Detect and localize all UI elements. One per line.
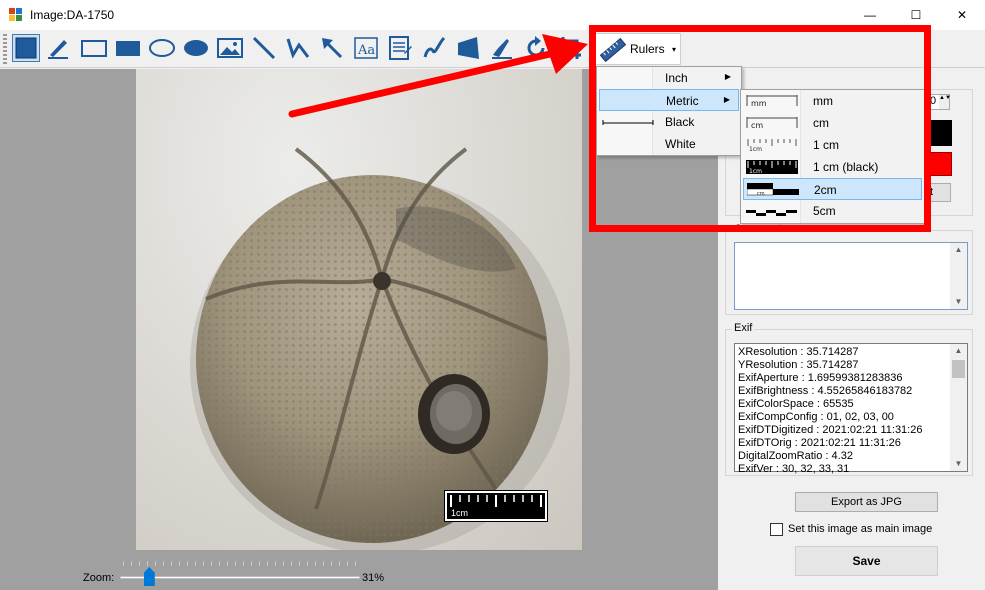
picture-icon [217, 38, 243, 58]
ellipse-filled-tool-button[interactable] [182, 34, 210, 62]
insert-image-tool-button[interactable] [216, 34, 244, 62]
exif-line: XResolution : 35.714287 [738, 346, 859, 358]
comment-scrollbar[interactable]: ▲ ▼ [950, 243, 967, 309]
main-image-label[interactable]: Set this image as main image [788, 523, 932, 535]
exif-line: ExifAperture : 1.69599381283836 [738, 372, 903, 384]
annotation-arrow-icon [288, 34, 588, 118]
scroll-up-icon[interactable]: ▲ [950, 243, 967, 257]
zoom-label: Zoom: [83, 572, 115, 584]
window-title: Image:DA-1750 [30, 8, 115, 22]
exif-group: Exif XResolution : 35.714287 YResolution … [725, 322, 973, 476]
exif-line: ExifCompConfig : 01, 02, 03, 00 [738, 411, 894, 423]
zoom-ticks [123, 561, 359, 566]
scroll-down-icon[interactable]: ▼ [950, 295, 967, 309]
zoom-value: 31% [362, 572, 385, 584]
sea-urchin-fossil [190, 147, 570, 550]
export-jpg-button[interactable]: Export as JPG [795, 492, 938, 512]
highlight-box-annotation [589, 25, 931, 232]
scale-bar-overlay[interactable]: 1cm [444, 490, 548, 522]
exif-line: ExifDTDigitized : 2021:02:21 11:31:26 [738, 424, 923, 436]
zoom-slider-thumb[interactable] [143, 567, 155, 586]
exif-line: ExifDTOrig : 2021:02:21 11:31:26 [738, 437, 901, 449]
spinner-arrows-icon[interactable]: ▲▼ [939, 95, 951, 109]
scroll-up-icon[interactable]: ▲ [950, 344, 967, 358]
rectangle-filled-tool-button[interactable] [114, 34, 142, 62]
maximize-icon: ☐ [910, 8, 922, 22]
rectangle-outline-tool-button[interactable] [80, 34, 108, 62]
exif-line: ExifVer : 30, 32, 33, 31 [738, 463, 850, 475]
specimen-photo [136, 69, 582, 550]
scale-bar-label: 1cm [451, 508, 469, 518]
select-tool-button[interactable] [12, 34, 40, 62]
main-image-checkbox[interactable] [770, 523, 783, 536]
comment-group: Comment ▲ ▼ [725, 223, 973, 315]
exif-textarea[interactable]: XResolution : 35.714287 YResolution : 35.… [734, 343, 968, 475]
exif-line: YResolution : 35.714287 [738, 359, 859, 371]
exif-legend: Exif [732, 322, 755, 334]
rectangle-filled-icon [116, 41, 140, 56]
ellipse-filled-icon [184, 40, 208, 56]
pen-icon [48, 40, 68, 59]
export-jpg-label: Export as JPG [831, 496, 902, 508]
minimize-icon: — [864, 8, 876, 22]
exif-line: ExifColorSpace : 65535 [738, 398, 854, 410]
line-icon [252, 36, 276, 60]
zoom-slider-track[interactable] [120, 576, 360, 579]
select-square-icon [15, 37, 37, 59]
save-label: Save [852, 554, 881, 568]
save-button[interactable]: Save [795, 546, 938, 576]
ellipse-outline-icon [149, 39, 175, 57]
exif-line: ExifBrightness : 4.55265846183782 [738, 385, 913, 397]
toolbar-grip[interactable] [3, 34, 7, 64]
exif-line: DigitalZoomRatio : 4.32 [738, 450, 853, 462]
zoom-bar: Zoom: 31% [0, 550, 718, 590]
rectangle-outline-icon [81, 40, 107, 57]
pen-tool-button[interactable] [44, 34, 72, 62]
close-button[interactable]: ✕ [939, 0, 985, 30]
scroll-down-icon[interactable]: ▼ [950, 457, 967, 471]
exif-scroll-thumb[interactable] [952, 360, 965, 378]
line-tool-button[interactable] [250, 34, 278, 62]
close-icon: ✕ [956, 8, 968, 22]
exif-scrollbar[interactable]: ▲ ▼ [950, 344, 967, 471]
size-spinner[interactable]: 0 ▲▼ [928, 94, 951, 110]
exif-lines: XResolution : 35.714287 YResolution : 35.… [738, 346, 949, 476]
ellipse-outline-tool-button[interactable] [148, 34, 176, 62]
app-icon [9, 8, 22, 21]
comment-textarea[interactable]: ▲ ▼ [734, 242, 968, 310]
